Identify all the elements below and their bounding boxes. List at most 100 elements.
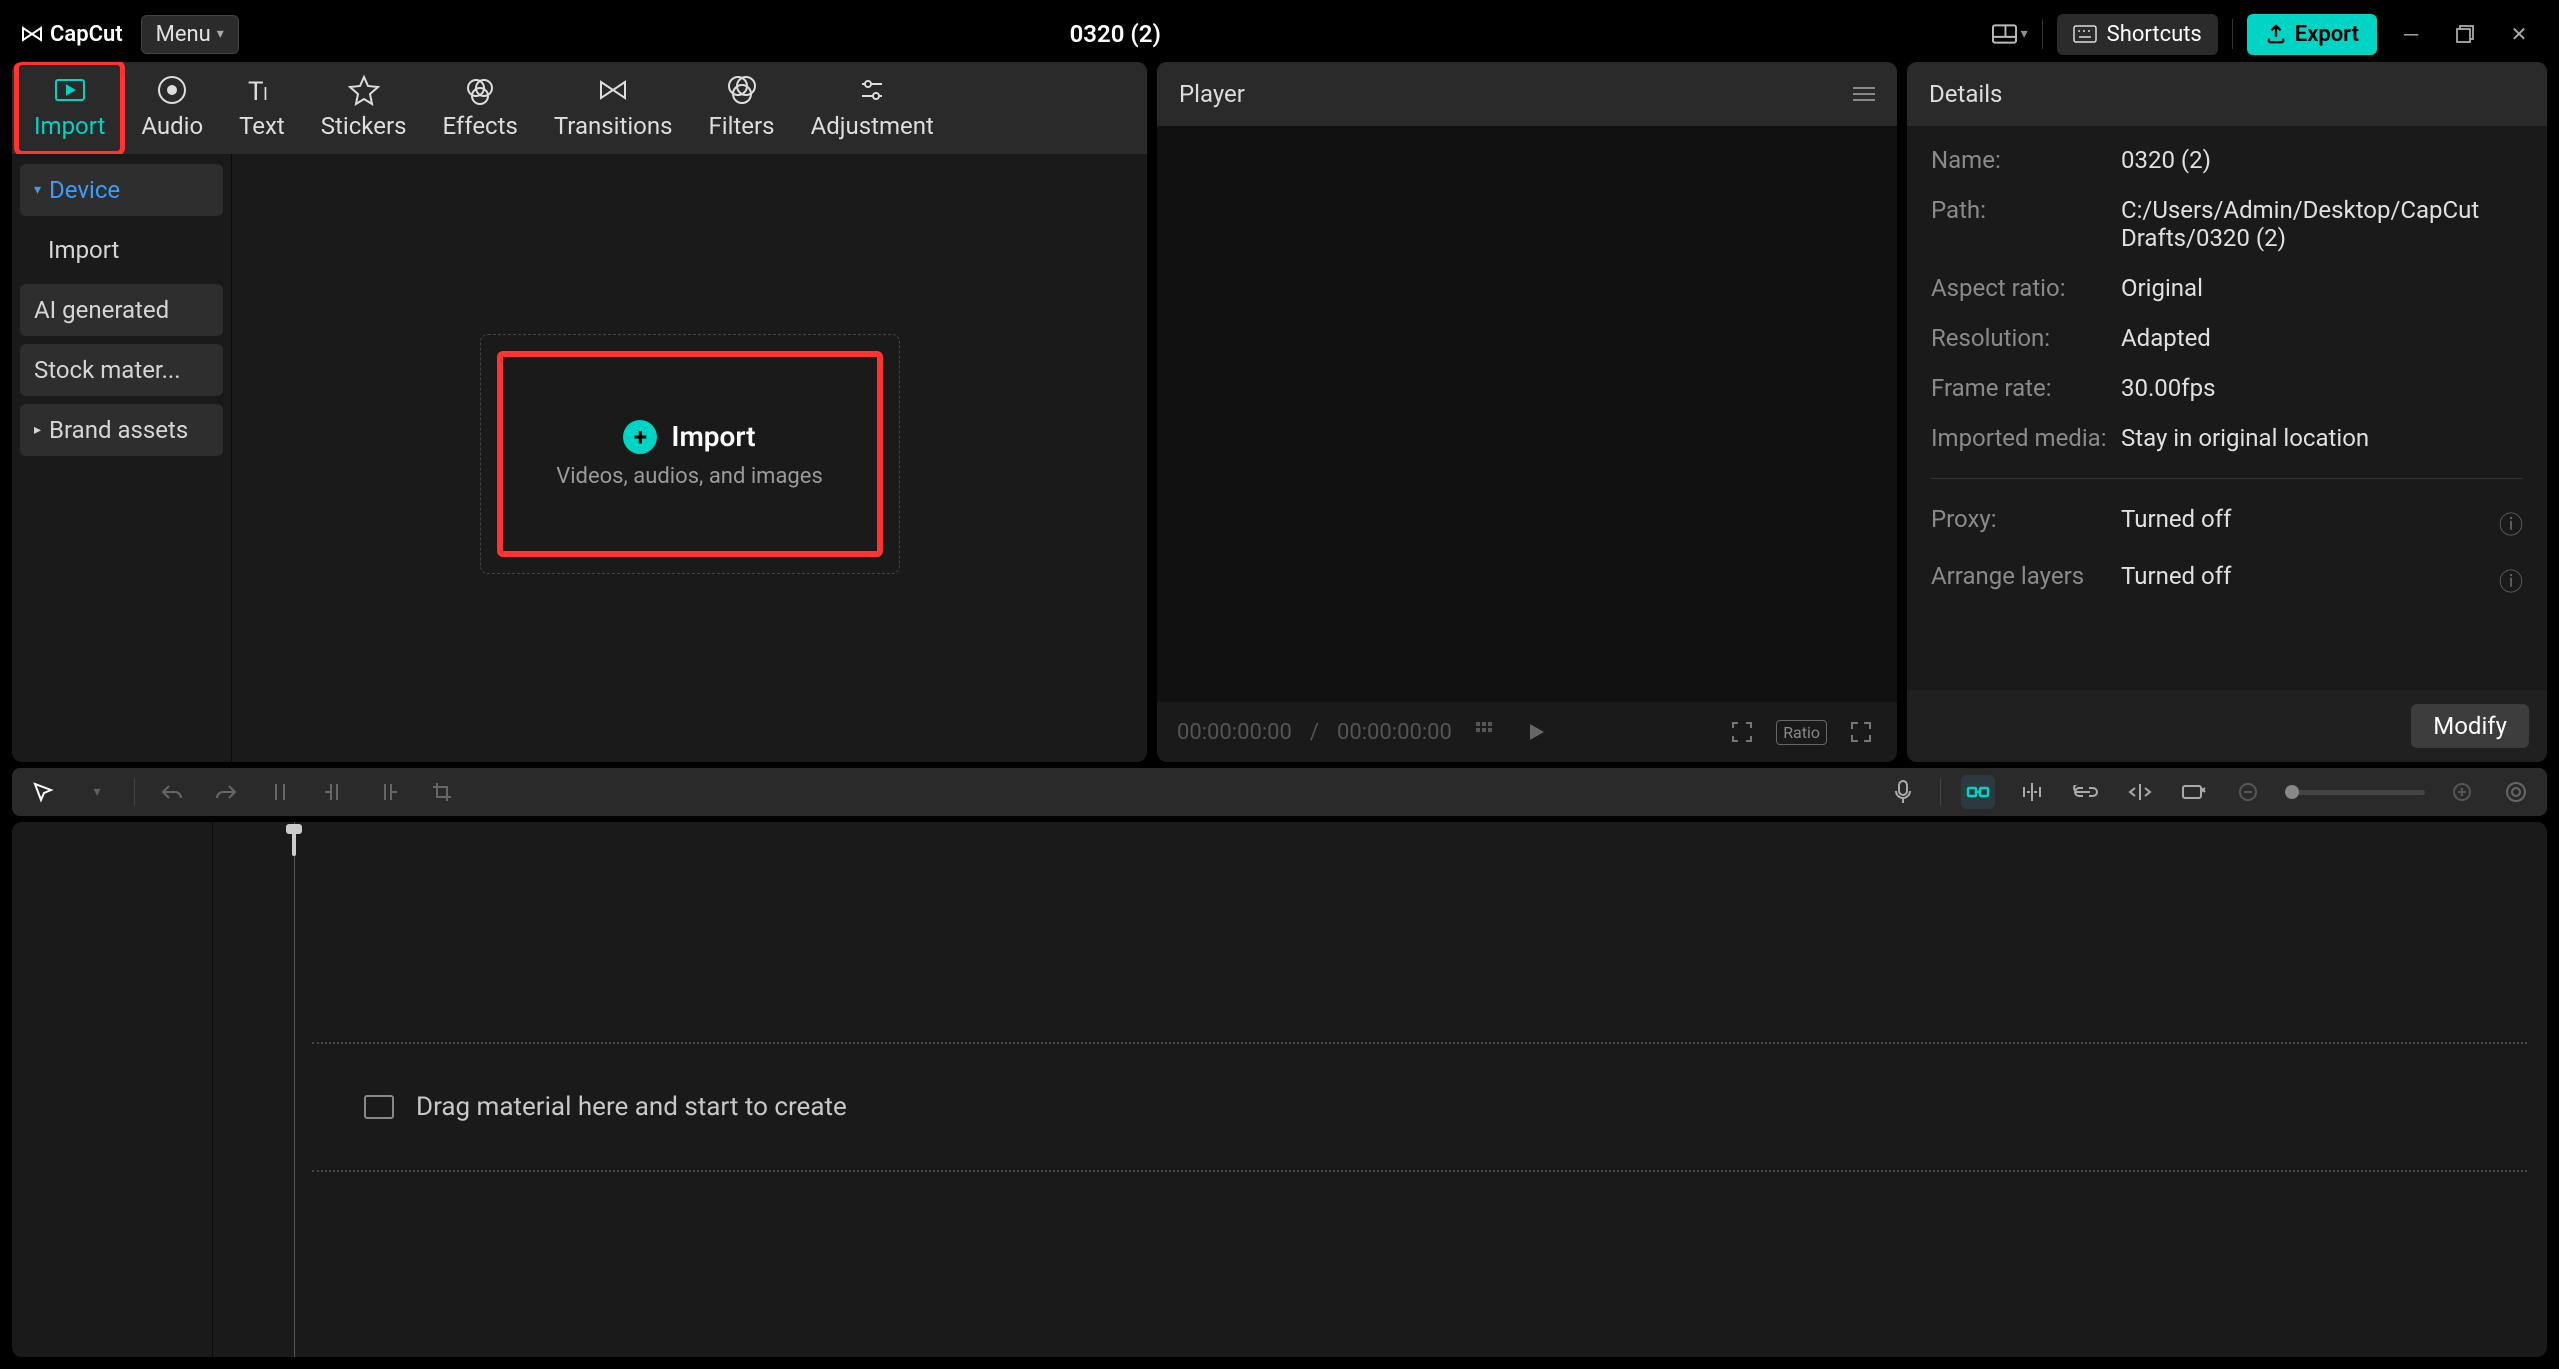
playhead[interactable] [292,826,296,856]
ratio-button[interactable]: Ratio [1776,720,1827,745]
detail-row-path: Path:C:/Users/Admin/Desktop/CapCut Draft… [1931,196,2523,252]
triangle-down-icon: ▾ [34,182,41,198]
player-viewport[interactable] [1157,126,1897,702]
brand-text: CapCut [50,22,123,47]
filters-tab-icon [726,74,758,106]
import-tab-icon [54,74,86,106]
transitions-tab-icon [597,74,629,106]
undo-button[interactable] [155,775,189,809]
drag-hint-text: Drag material here and start to create [416,1092,847,1122]
stickers-tab-icon [348,74,380,106]
scan-frame-icon[interactable] [1726,716,1758,748]
menu-button[interactable]: Menu ▾ [141,15,239,54]
clear-button[interactable] [2177,775,2211,809]
zoom-slider[interactable] [2285,790,2425,795]
tab-label: Effects [442,112,517,140]
magnetic-snap-button[interactable] [1961,775,1995,809]
crop-tool[interactable] [425,775,459,809]
tab-label: Import [34,112,105,140]
detail-row-resolution: Resolution:Adapted [1931,324,2523,352]
play-button[interactable] [1520,716,1552,748]
media-tabs: Import Audio TI Text Stickers Effects [12,62,1147,154]
detail-row-aspect-ratio: Aspect ratio:Original [1931,274,2523,302]
sidebar-item-brand-assets[interactable]: ▸Brand assets [20,404,223,456]
tab-label: Stickers [321,112,407,140]
import-dropzone[interactable]: + Import Videos, audios, and images [480,334,900,574]
timeline-panel[interactable]: Drag material here and start to create [12,822,2547,1357]
sidebar-item-stock-material[interactable]: Stock mater... [20,344,223,396]
sidebar-item-label: Import [48,236,119,264]
tab-label: Text [239,112,285,140]
tab-label: Filters [709,112,775,140]
audio-tab-icon [156,74,188,106]
preview-axis-button[interactable] [2123,775,2157,809]
svg-text:T: T [248,77,264,106]
player-menu-button[interactable] [1853,87,1875,101]
sidebar-item-label: Brand assets [49,416,188,444]
export-icon [2265,23,2287,45]
close-button[interactable]: ✕ [2499,14,2539,54]
detail-row-arrange-layers: Arrange layersTurned offⓘ [1931,562,2523,597]
info-icon[interactable]: ⓘ [2499,505,2523,540]
modify-button[interactable]: Modify [2411,704,2529,748]
svg-text:I: I [263,84,268,105]
detail-row-imported-media: Imported media:Stay in original location [1931,424,2523,452]
sidebar-item-device[interactable]: ▾ Device [20,164,223,216]
sidebar-item-ai-generated[interactable]: AI generated [20,284,223,336]
record-voiceover-button[interactable] [1886,775,1920,809]
player-panel: Player 00:00:00:00 / 00:00:00:00 Ratio [1157,62,1897,762]
link-button[interactable] [2069,775,2103,809]
tab-filters[interactable]: Filters [691,62,793,154]
player-controls: 00:00:00:00 / 00:00:00:00 Ratio [1157,702,1897,762]
redo-button[interactable] [209,775,243,809]
time-separator: / [1310,720,1319,745]
tab-adjustment[interactable]: Adjustment [793,62,952,154]
tab-label: Adjustment [811,112,934,140]
info-icon[interactable]: ⓘ [2499,562,2523,597]
details-header-label: Details [1929,80,2002,108]
tab-effects[interactable]: Effects [424,62,535,154]
minimize-button[interactable]: ─ [2391,14,2431,54]
layout-picker-button[interactable]: ▾ [1992,16,2028,52]
split-tool[interactable] [263,775,297,809]
sidebar-item-import[interactable]: Import [20,224,223,276]
detail-row-proxy: Proxy:Turned offⓘ [1931,505,2523,540]
zoom-out-button[interactable] [2231,775,2265,809]
auto-snap-button[interactable] [2015,775,2049,809]
sidebar-item-label: Stock mater... [34,356,181,384]
keyboard-icon [2073,25,2097,43]
selection-tool[interactable] [26,775,60,809]
sidebar-item-label: Device [49,176,120,204]
shortcuts-button[interactable]: Shortcuts [2057,14,2218,55]
chevron-down-icon: ▾ [217,26,224,42]
time-total: 00:00:00:00 [1337,720,1452,745]
menu-button-label: Menu [156,22,211,47]
plus-icon: + [623,420,657,454]
media-panel: Import Audio TI Text Stickers Effects [12,62,1147,762]
maximize-button[interactable] [2445,14,2485,54]
tab-import[interactable]: Import [16,62,123,154]
detail-row-frame-rate: Frame rate:30.00fps [1931,374,2523,402]
split-left-tool[interactable] [317,775,351,809]
tool-dropdown[interactable]: ▾ [80,775,114,809]
zoom-fit-button[interactable] [2499,775,2533,809]
player-header: Player [1157,62,1897,126]
export-button[interactable]: Export [2247,14,2377,55]
effects-tab-icon [464,74,496,106]
tab-transitions[interactable]: Transitions [536,62,691,154]
split-right-tool[interactable] [371,775,405,809]
import-title: Import [671,420,755,453]
details-header: Details [1907,62,2547,126]
frame-grid-icon[interactable] [1470,716,1502,748]
zoom-in-button[interactable] [2445,775,2479,809]
fullscreen-button[interactable] [1845,716,1877,748]
player-header-label: Player [1179,80,1245,108]
tab-stickers[interactable]: Stickers [303,62,425,154]
project-title: 0320 (2) [239,20,1992,48]
sidebar-item-label: AI generated [34,296,169,324]
tab-text[interactable]: TI Text [221,62,303,154]
app-logo: CapCut [20,22,123,47]
tab-audio[interactable]: Audio [123,62,221,154]
adjustment-tab-icon [856,74,888,106]
details-body: Name:0320 (2) Path:C:/Users/Admin/Deskto… [1907,126,2547,690]
